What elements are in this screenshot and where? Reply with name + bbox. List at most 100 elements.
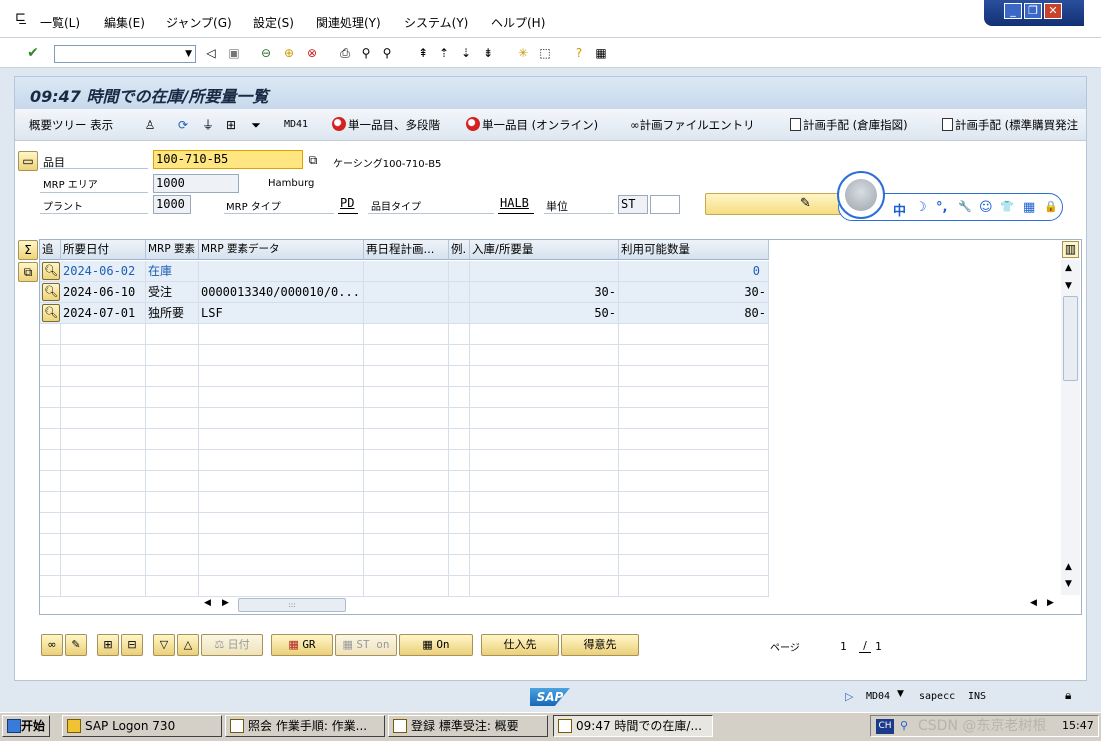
grid-icon[interactable]: ▦ xyxy=(1023,200,1035,215)
scroll-right-icon[interactable]: ▶ xyxy=(222,598,229,608)
menu-icon[interactable]: ⊏̲ xyxy=(15,10,26,25)
exit-icon[interactable]: ⊕ xyxy=(281,45,297,61)
scroll-right-icon[interactable]: ▶ xyxy=(1047,598,1054,608)
material-field[interactable]: 100-710-B5 xyxy=(153,150,303,169)
filter-off-icon[interactable]: ⏷ xyxy=(248,117,264,133)
smiley-icon[interactable]: ☺ xyxy=(979,200,993,215)
refresh-icon[interactable]: ⟳ xyxy=(175,117,191,133)
detail-button[interactable]: ⧉ xyxy=(18,262,38,282)
sum-button[interactable]: Σ xyxy=(18,240,38,260)
menu-help[interactable]: ヘルプ(H) xyxy=(491,14,545,31)
planned-order-warehouse-button[interactable]: 計画手配 (倉庫指図) xyxy=(790,117,908,133)
help-icon[interactable]: ? xyxy=(571,45,587,61)
shirt-icon[interactable]: 👕 xyxy=(1000,200,1014,213)
moon-icon[interactable]: ☽ xyxy=(915,200,927,215)
glasses-button[interactable]: ∞ xyxy=(41,634,63,656)
command-field[interactable]: ▼ xyxy=(54,45,196,63)
magnifier-icon[interactable]: 🔍︎ xyxy=(42,304,60,322)
unit-field[interactable]: ST xyxy=(618,195,648,214)
md41-button[interactable]: MD41 xyxy=(284,119,308,130)
material-value-help-icon[interactable]: ⧉ xyxy=(305,152,321,168)
col-header-reschedule[interactable]: 再日程計画... xyxy=(364,240,449,260)
menu-list[interactable]: 一覧(L) xyxy=(40,14,80,31)
vendor-button[interactable]: 仕入先 xyxy=(481,634,559,656)
network-icon[interactable]: ⚲ xyxy=(900,719,908,732)
material-type-field[interactable]: HALB xyxy=(498,195,534,214)
wrench-icon[interactable]: 🔧 xyxy=(958,200,972,213)
table-row[interactable]: 2024-06-02 在庫 0 xyxy=(40,261,769,282)
cancel-icon[interactable]: ⊗ xyxy=(304,45,320,61)
horizontal-scroll-thumb[interactable]: ::: xyxy=(238,598,346,612)
chevron-down-icon[interactable]: ▼ xyxy=(897,689,904,699)
single-multi-level-button[interactable]: 単一品目、多段階 xyxy=(332,117,440,133)
tree-display-button[interactable]: 概要ツリー 表示 xyxy=(29,117,113,133)
task-sap-logon[interactable]: SAP Logon 730 xyxy=(62,715,222,737)
scroll-down-icon[interactable]: ▼ xyxy=(1065,579,1072,589)
single-online-button[interactable]: 単一品目 (オンライン) xyxy=(466,117,598,133)
menu-system[interactable]: システム(Y) xyxy=(404,14,468,31)
task-stock-list[interactable]: 09:47 時間での在庫/... xyxy=(553,715,713,737)
chevron-down-icon[interactable]: ▼ xyxy=(185,46,192,62)
table-row[interactable]: 2024-06-10 受注 0000013340/000010/0... 30-… xyxy=(40,282,769,303)
new-session-icon[interactable]: ✳ xyxy=(515,45,531,61)
menu-settings[interactable]: 設定(S) xyxy=(253,14,294,31)
menu-edit[interactable]: 編集(E) xyxy=(104,14,145,31)
shortcut-icon[interactable]: ⬚ xyxy=(537,45,553,61)
col-header-add[interactable]: 追 xyxy=(40,240,61,260)
person-icon[interactable]: ♙ xyxy=(142,117,158,133)
magnifier-icon[interactable]: 🔍︎ xyxy=(42,262,60,280)
filter-icon[interactable]: ⏚ xyxy=(200,117,216,133)
select-icon[interactable]: ⊞ xyxy=(223,117,239,133)
on-button[interactable]: ▦ On xyxy=(399,634,473,656)
back-icon[interactable]: ⊖ xyxy=(258,45,274,61)
header-toggle-button[interactable]: ▭ xyxy=(18,151,38,171)
lock-icon[interactable]: 🔒 xyxy=(1044,200,1058,213)
minimize-button[interactable]: _ xyxy=(1004,3,1022,19)
magnifier-icon[interactable]: 🔍︎ xyxy=(42,283,60,301)
edit-button[interactable]: ✎ xyxy=(65,634,87,656)
mrp-type-field[interactable]: PD xyxy=(338,195,358,214)
pencil-icon[interactable]: ✎ xyxy=(800,196,811,211)
col-header-exception[interactable]: 例. xyxy=(449,240,470,260)
sort-down-button[interactable]: ▽ xyxy=(153,634,175,656)
unit-extra-field[interactable] xyxy=(650,195,680,214)
plant-field[interactable]: 1000 xyxy=(153,195,191,214)
find-next-icon[interactable]: ⚲ xyxy=(379,45,395,61)
print-icon[interactable]: ⎙ xyxy=(337,45,353,61)
chinese-mode-icon[interactable]: 中 xyxy=(893,200,906,219)
col-header-receipt-req[interactable]: 入庫/所要量 xyxy=(470,240,619,260)
restore-button[interactable]: ❐ xyxy=(1024,3,1042,19)
task-operation-display[interactable]: 照会 作業手順: 作業... xyxy=(225,715,385,737)
planning-file-button[interactable]: ∞計画ファイルエントリ xyxy=(630,117,755,133)
scroll-left-icon[interactable]: ◀ xyxy=(204,598,211,608)
next-page-icon[interactable]: ⇣ xyxy=(458,45,474,61)
close-button[interactable]: ✕ xyxy=(1044,3,1062,19)
column-config-icon[interactable]: ▥ xyxy=(1062,241,1079,258)
collapse-all-button[interactable]: ⊟ xyxy=(121,634,143,656)
table-row[interactable]: 2024-07-01 独所要 LSF 50- 80- xyxy=(40,303,769,324)
expand-all-button[interactable]: ⊞ xyxy=(97,634,119,656)
language-indicator[interactable]: CH xyxy=(876,719,894,734)
vertical-scroll-thumb[interactable] xyxy=(1063,296,1078,381)
start-button[interactable]: 开始 xyxy=(2,715,50,737)
lock-icon[interactable]: 🔒︎ xyxy=(1065,688,1071,703)
st-on-button[interactable]: ▦ ST on xyxy=(335,634,397,656)
sort-up-button[interactable]: △ xyxy=(177,634,199,656)
punctuation-icon[interactable]: °, xyxy=(936,200,947,215)
col-header-date[interactable]: 所要日付 xyxy=(61,240,146,260)
col-header-mrp-element[interactable]: MRP 要素 xyxy=(146,240,199,260)
find-icon[interactable]: ⚲ xyxy=(358,45,374,61)
menu-jump[interactable]: ジャンプ(G) xyxy=(166,14,232,31)
scroll-down-icon[interactable]: ▼ xyxy=(1065,281,1072,291)
task-sales-order[interactable]: 登録 標準受注: 概要 xyxy=(388,715,548,737)
gr-button[interactable]: ▦ GR xyxy=(271,634,333,656)
menu-related[interactable]: 関連処理(Y) xyxy=(316,14,381,31)
layout-menu-icon[interactable]: ▦ xyxy=(593,45,609,61)
date-button[interactable]: ⚖ 日付 xyxy=(201,634,263,656)
back-arrow-icon[interactable]: ◁ xyxy=(203,45,219,61)
planned-order-standard-button[interactable]: 計画手配 (標準購買発注 xyxy=(942,117,1086,133)
scroll-up-icon[interactable]: ▲ xyxy=(1065,263,1072,273)
previous-page-icon[interactable]: ⇡ xyxy=(436,45,452,61)
scroll-up-icon[interactable]: ▲ xyxy=(1065,562,1072,572)
first-page-icon[interactable]: ⇞ xyxy=(415,45,431,61)
